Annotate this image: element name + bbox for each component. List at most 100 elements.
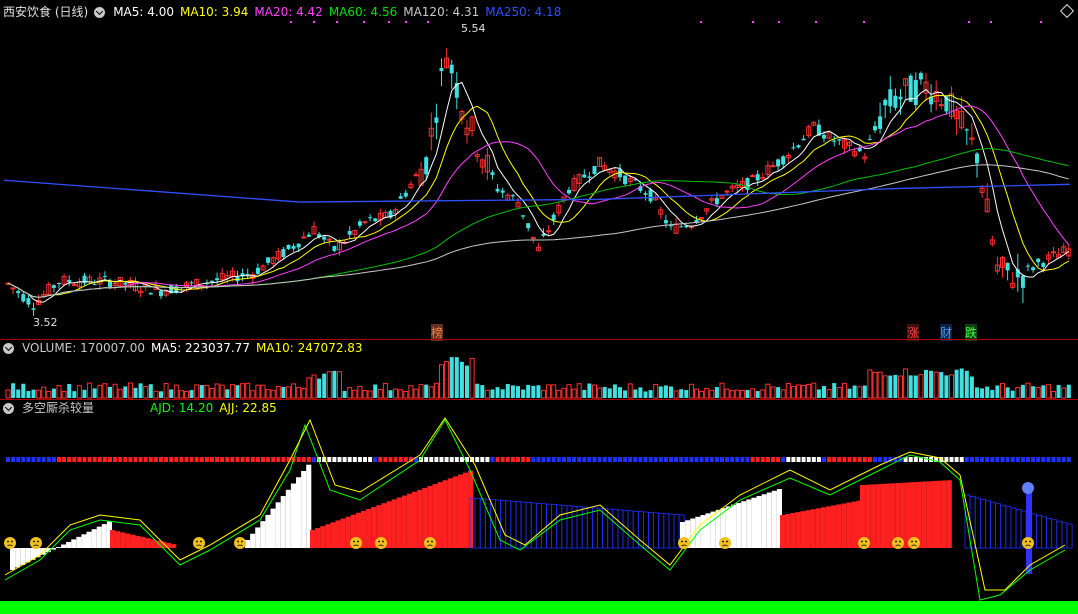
status-strip-cell [699, 457, 704, 462]
volume-bar-up [245, 382, 251, 399]
sad-face-icon [678, 537, 690, 549]
volume-bar-up [882, 375, 888, 399]
indicator-name: 多空厮杀较量 [22, 401, 95, 415]
chevron-down-icon[interactable] [94, 6, 106, 18]
chevron-down-icon[interactable] [3, 402, 14, 414]
volume-bar-down [822, 385, 826, 398]
status-strip-cell [118, 457, 123, 462]
volume-bar-up [296, 387, 302, 399]
sad-face-icon [1025, 540, 1027, 543]
volume-bar-down [138, 383, 143, 398]
volume-bar-up [362, 390, 368, 399]
status-strip-cell [26, 457, 31, 462]
status-strip-cell [332, 457, 337, 462]
status-strip-cell [77, 457, 82, 462]
volume-bar-up [178, 390, 184, 399]
status-strip-cell [306, 457, 311, 462]
status-strip-cell [908, 457, 913, 462]
status-strip-cell [352, 457, 357, 462]
candle-down [148, 292, 153, 295]
status-strip-cell [648, 457, 653, 462]
indicator-bar [301, 470, 307, 548]
candle-down [296, 243, 301, 248]
volume-bar-up [209, 388, 215, 399]
sad-face-icon [892, 537, 904, 549]
status-strip-cell [31, 457, 36, 462]
volume-bar-up [571, 388, 577, 399]
status-strip-cell [816, 457, 821, 462]
ma20-line [7, 105, 1070, 298]
status-strip-cell [643, 457, 648, 462]
status-strip-cell [602, 457, 607, 462]
indicator-bar [325, 524, 331, 548]
sad-face-icon [200, 540, 202, 543]
candle-up [938, 104, 944, 107]
signal-dot [388, 21, 390, 23]
volume-bar-down [995, 385, 1000, 398]
volume-bar-down [26, 390, 31, 398]
signal-dot [863, 21, 865, 23]
volume-bar-down [11, 383, 16, 398]
volume-bar-up [229, 384, 235, 399]
status-strip-cell [980, 457, 985, 462]
candle-down [781, 156, 786, 165]
volume-bar-down [969, 376, 974, 398]
indicator-bar [653, 512, 660, 549]
indicator-bar [831, 505, 837, 548]
status-strip-cell [342, 457, 347, 462]
indicator-bar [447, 478, 453, 548]
stock-name[interactable]: 西安饮食 (日线) [3, 3, 88, 21]
indicator-bar [110, 530, 116, 548]
indicator-bar [790, 513, 796, 548]
indicator-bar [396, 497, 402, 548]
status-strip-cell [1010, 457, 1015, 462]
status-strip-cell [658, 457, 663, 462]
volume-bar-up [377, 388, 383, 399]
chevron-down-icon[interactable] [3, 342, 14, 354]
status-strip-cell [36, 457, 41, 462]
status-strip-cell [1026, 457, 1030, 462]
candle-down [883, 99, 888, 106]
volume-bar-up [260, 384, 266, 399]
status-strip-cell [551, 457, 556, 462]
indicator-bar [841, 503, 847, 548]
volume-bar-down [388, 390, 393, 398]
sad-face-icon [237, 540, 239, 543]
ma250-label: MA250: 4.18 [485, 5, 562, 19]
status-strip-cell [199, 457, 204, 462]
candle-down [500, 190, 505, 193]
sad-face-icon [196, 540, 198, 543]
candle-down [332, 246, 337, 251]
volume-bar-down [505, 383, 510, 398]
status-strip-cell [113, 457, 118, 462]
candle-down [357, 221, 362, 226]
sad-face-icon [4, 537, 16, 549]
candle-down [123, 282, 128, 285]
indicator-bar [741, 501, 747, 548]
status-strip-cell [138, 457, 143, 462]
signal-dot [363, 21, 365, 23]
indicator-bar [479, 498, 486, 549]
indicator-bar [442, 480, 448, 548]
indicator-bar [255, 527, 261, 548]
volume-bar-up [439, 364, 444, 399]
status-strip-cell [572, 457, 577, 462]
status-strip-cell [883, 457, 888, 462]
volume-bar-down [663, 385, 668, 398]
candle-down [745, 177, 750, 190]
volume-bar-up [872, 371, 878, 399]
volume-bar-down [913, 375, 918, 398]
volume-bar-up [194, 384, 200, 399]
indicator-bar [401, 495, 407, 548]
status-strip-cell [791, 457, 796, 462]
volume-bar-down [317, 378, 322, 398]
sad-face-icon [722, 540, 724, 543]
status-strip-cell [261, 457, 265, 462]
volume-bar-down [516, 386, 520, 398]
indicator-bar [386, 501, 392, 548]
indicator-bar [766, 492, 772, 548]
indicator-bar [76, 536, 82, 548]
indicator-bar [612, 509, 619, 549]
volume-bar-up [790, 385, 796, 399]
stock-chart[interactable] [0, 0, 1078, 614]
